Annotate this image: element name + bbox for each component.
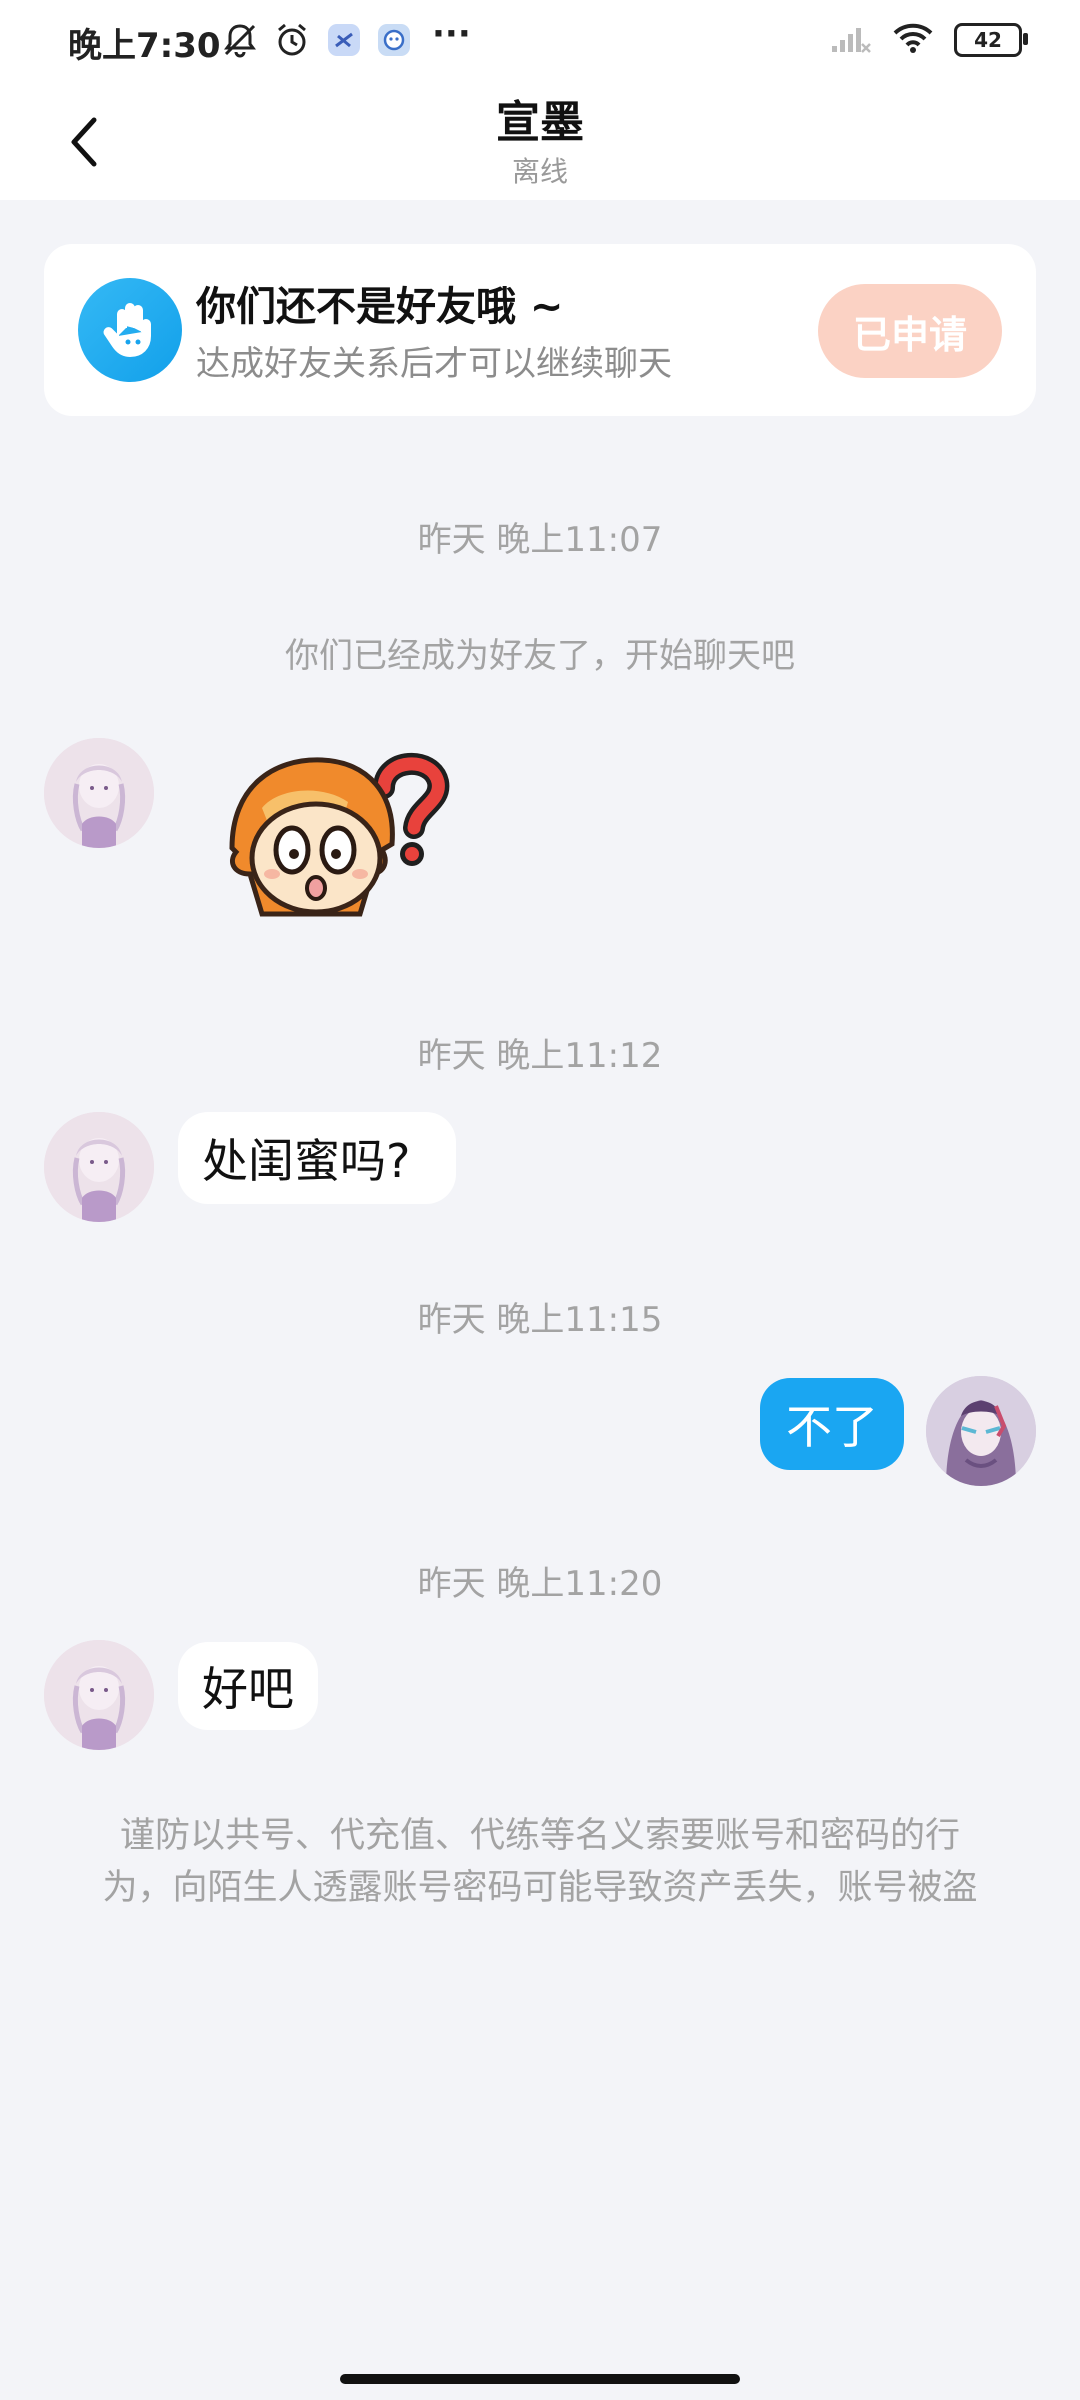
message-timestamp: 昨天 晚上11:15 (417, 1300, 663, 1340)
incoming-message[interactable]: 处闺蜜吗? (178, 1112, 456, 1204)
more-dots: ··· (432, 14, 471, 54)
notifications-off-icon (222, 22, 258, 62)
signal-icon (830, 22, 872, 58)
battery-icon: 42 (954, 23, 1028, 57)
alarm-icon (274, 22, 310, 62)
battery-level: 42 (974, 28, 1002, 52)
outgoing-message[interactable]: 不了 (760, 1378, 904, 1470)
wifi-icon (892, 22, 934, 58)
contact-avatar[interactable] (44, 738, 154, 848)
status-time: 晚上7:30 (68, 26, 221, 66)
contact-avatar[interactable] (44, 1112, 154, 1222)
wave-hand-icon (78, 278, 182, 382)
app-icon (326, 22, 362, 62)
system-message: 你们已经成为好友了，开始聊天吧 (285, 636, 795, 676)
message-timestamp: 昨天 晚上11:20 (417, 1564, 663, 1604)
sticker-question[interactable] (212, 738, 472, 928)
friend-request-banner: 你们还不是好友哦 ~ 达成好友关系后才可以继续聊天 已申请 (44, 244, 1036, 416)
status-bar: 晚上7:30 ··· 42 (0, 0, 1080, 84)
banner-subtitle: 达成好友关系后才可以继续聊天 (196, 344, 672, 384)
user-avatar[interactable] (926, 1376, 1036, 1486)
contact-avatar[interactable] (44, 1640, 154, 1750)
message-timestamp: 昨天 晚上11:12 (417, 1036, 663, 1076)
chat-header: 宣墨 离线 (0, 84, 1080, 200)
contact-name: 宣墨 (496, 97, 584, 148)
incoming-message[interactable]: 好吧 (178, 1642, 318, 1730)
message-timestamp: 昨天 晚上11:07 (417, 520, 663, 560)
applied-button[interactable]: 已申请 (818, 284, 1002, 378)
banner-title: 你们还不是好友哦 ~ (196, 284, 564, 330)
security-warning: 谨防以共号、代充值、代练等名义索要账号和密码的行为，向陌生人透露账号密码可能导致… (102, 1816, 978, 1908)
status-right: 42 (830, 22, 1028, 58)
app-icon (376, 22, 412, 62)
home-indicator[interactable] (340, 2374, 740, 2384)
contact-status: 离线 (511, 155, 568, 188)
